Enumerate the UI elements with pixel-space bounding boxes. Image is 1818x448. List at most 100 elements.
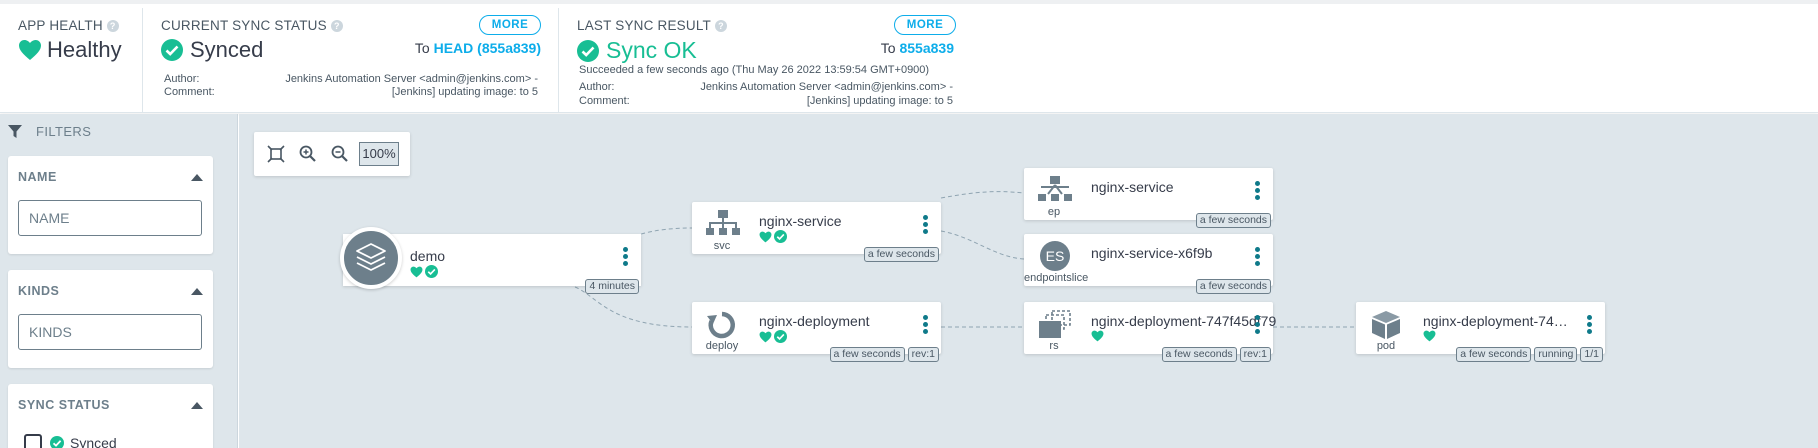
node-menu-kebab-icon[interactable] bbox=[923, 315, 929, 339]
funnel-icon bbox=[8, 124, 22, 138]
node-menu-kebab-icon[interactable] bbox=[623, 247, 629, 271]
checkbox[interactable] bbox=[24, 434, 42, 448]
filters-label: FILTERS bbox=[36, 124, 92, 139]
node-name: nginx-deployment-747f45df79 bbox=[1091, 313, 1277, 329]
last-sync-comment-label: Comment: bbox=[579, 95, 630, 107]
icon-text: ES bbox=[1046, 248, 1065, 264]
node-tags: a few seconds running 1/1 bbox=[1453, 347, 1603, 362]
collapse-caret-icon[interactable] bbox=[191, 288, 203, 295]
app-health-value: Healthy bbox=[47, 37, 122, 62]
sync-status-option-synced[interactable]: Synced bbox=[24, 434, 117, 448]
resource-node-ep[interactable]: ep nginx-service a few seconds bbox=[1024, 168, 1273, 228]
app-node-name: demo bbox=[410, 248, 446, 264]
node-status bbox=[1091, 330, 1106, 342]
name-filter-input[interactable] bbox=[18, 200, 202, 236]
age-tag: a few seconds bbox=[1456, 347, 1532, 362]
node-name: nginx-service-x6f9b bbox=[1091, 245, 1213, 261]
check-circle-icon bbox=[774, 230, 787, 243]
current-sync-author-value: Jenkins Automation Server <admin@jenkins… bbox=[285, 73, 538, 85]
node-kind-label: endpointslice bbox=[1024, 272, 1089, 284]
node-kind-label: deploy bbox=[705, 340, 739, 352]
resource-node-deploy[interactable]: deploy nginx-deployment a few seconds re… bbox=[692, 302, 941, 362]
age-tag: a few seconds bbox=[863, 247, 939, 262]
zoom-out-icon[interactable] bbox=[330, 144, 350, 164]
node-menu-kebab-icon[interactable] bbox=[1255, 315, 1261, 339]
last-sync-succeeded: Succeeded a few seconds ago (Thu May 26 … bbox=[579, 64, 930, 76]
last-sync-section: LAST SYNC RESULT ? MORE Sync OK To 855a8… bbox=[558, 8, 958, 112]
zoom-level[interactable]: 100% bbox=[359, 142, 399, 166]
current-sync-author-label: Author: bbox=[164, 73, 200, 85]
help-icon[interactable]: ? bbox=[715, 19, 727, 32]
to-prefix: To bbox=[880, 40, 896, 56]
fit-screen-icon[interactable] bbox=[266, 144, 286, 164]
collapse-caret-icon[interactable] bbox=[191, 174, 203, 181]
heart-icon bbox=[1423, 330, 1436, 342]
kinds-filter-input[interactable] bbox=[18, 314, 202, 350]
check-circle-icon bbox=[425, 265, 438, 278]
layers-icon bbox=[356, 243, 386, 271]
node-icon-area: deploy bbox=[692, 302, 752, 354]
resource-node-pod[interactable]: pod nginx-deployment-747f45df79-... a fe… bbox=[1356, 302, 1605, 362]
age-tag: a few seconds bbox=[1161, 347, 1237, 362]
node-tags: a few seconds bbox=[1193, 279, 1271, 294]
app-health-title-row: APP HEALTH ? bbox=[18, 18, 142, 33]
node-kind-label: svc bbox=[713, 240, 731, 252]
last-sync-comment-value: [Jenkins] updating image: to 5 bbox=[806, 95, 953, 107]
app-status-header: APP HEALTH ? Healthy CURRENT SYNC STATUS… bbox=[0, 0, 1818, 113]
edge-svc-eps bbox=[940, 230, 1025, 260]
deployment-icon bbox=[707, 311, 735, 339]
node-status bbox=[1423, 330, 1438, 342]
app-health-title: APP HEALTH bbox=[18, 18, 103, 33]
service-icon bbox=[706, 210, 740, 235]
heart-icon bbox=[759, 331, 772, 342]
replicaset-icon bbox=[1039, 310, 1071, 338]
node-icon-area: ep bbox=[1024, 168, 1084, 220]
help-icon[interactable]: ? bbox=[106, 19, 119, 32]
node-tags: a few seconds bbox=[861, 247, 939, 262]
pod-icon bbox=[1372, 311, 1400, 339]
node-name: nginx-service bbox=[1091, 179, 1174, 195]
heart-icon bbox=[410, 266, 423, 277]
last-sync-more-button[interactable]: MORE bbox=[894, 15, 956, 35]
node-status bbox=[759, 230, 789, 243]
ready-count-tag: 1/1 bbox=[1580, 347, 1603, 362]
resource-tree-canvas[interactable]: 100% demo 4 minutes svc nginx-service a … bbox=[239, 114, 1818, 448]
app-icon-circle[interactable] bbox=[340, 227, 402, 289]
check-circle-icon bbox=[577, 39, 599, 62]
endpointslice-icon: ES bbox=[1040, 241, 1070, 271]
node-kind-label: pod bbox=[1376, 340, 1396, 352]
pod-phase-tag: running bbox=[1534, 347, 1578, 362]
name-filter-panel: NAME bbox=[8, 156, 213, 254]
node-icon-area: svc bbox=[692, 202, 752, 254]
revision-tag: rev:1 bbox=[907, 347, 939, 362]
node-tags: 4 minutes bbox=[582, 279, 639, 294]
zoom-in-icon[interactable] bbox=[298, 144, 318, 164]
help-icon[interactable]: ? bbox=[330, 19, 343, 32]
edge-svc-ep bbox=[940, 191, 1025, 199]
node-menu-kebab-icon[interactable] bbox=[1255, 247, 1261, 271]
last-sync-author-label: Author: bbox=[579, 81, 615, 93]
node-menu-kebab-icon[interactable] bbox=[1255, 181, 1261, 205]
sync-status-filter-title: SYNC STATUS bbox=[18, 398, 110, 412]
node-name: nginx-deployment-747f45df79-... bbox=[1423, 313, 1573, 329]
to-prefix: To bbox=[414, 40, 430, 56]
current-sync-more-button[interactable]: MORE bbox=[479, 15, 541, 35]
last-sync-revision-link[interactable]: 855a839 bbox=[899, 40, 954, 56]
filters-header[interactable]: FILTERS bbox=[8, 124, 91, 139]
app-node-status bbox=[410, 265, 440, 278]
current-sync-revision-link[interactable]: HEAD (855a839) bbox=[434, 40, 541, 56]
node-name: nginx-service bbox=[759, 213, 842, 229]
heart-icon bbox=[759, 231, 772, 242]
node-menu-kebab-icon[interactable] bbox=[1587, 315, 1593, 339]
current-sync-target: To HEAD (855a839) bbox=[391, 40, 541, 56]
heart-icon bbox=[19, 40, 41, 60]
node-kind-label: ep bbox=[1047, 206, 1061, 218]
node-menu-kebab-icon[interactable] bbox=[923, 215, 929, 239]
resource-node-endpointslice[interactable]: ES endpointslice nginx-service-x6f9b a f… bbox=[1024, 234, 1273, 294]
current-sync-title: CURRENT SYNC STATUS bbox=[161, 18, 327, 33]
resource-node-svc[interactable]: svc nginx-service a few seconds bbox=[692, 202, 941, 262]
resource-node-rs[interactable]: rs nginx-deployment-747f45df79 a few sec… bbox=[1024, 302, 1277, 362]
app-health-value-row: Healthy bbox=[18, 37, 142, 63]
name-filter-title: NAME bbox=[18, 170, 57, 184]
collapse-caret-icon[interactable] bbox=[191, 402, 203, 409]
